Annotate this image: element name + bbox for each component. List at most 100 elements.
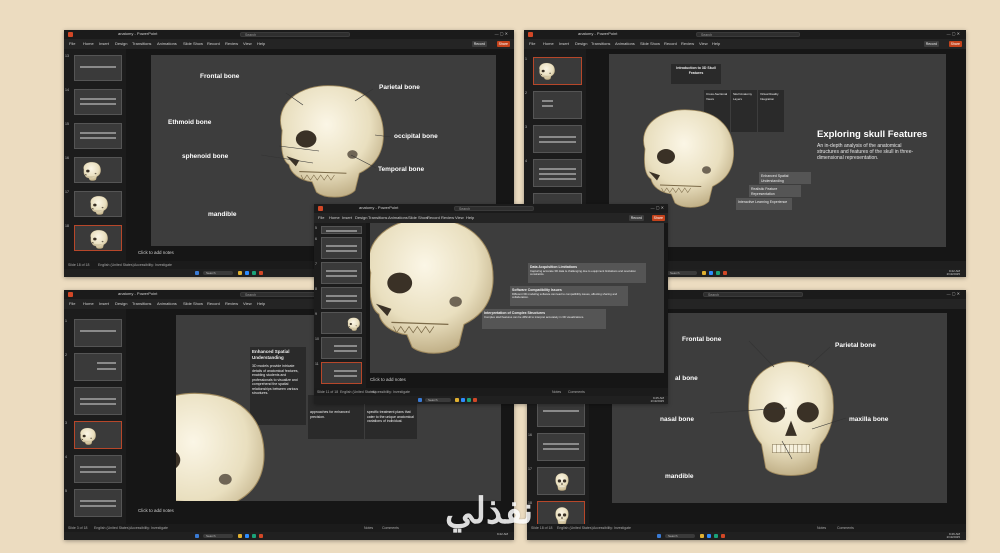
- tab-transitions[interactable]: Transitions: [132, 41, 151, 46]
- taskbar-search[interactable]: Search: [425, 398, 451, 402]
- start-icon[interactable]: [418, 398, 422, 402]
- tab-view[interactable]: View: [243, 41, 252, 46]
- tab-slide-show[interactable]: Slide Show: [183, 41, 203, 46]
- tab-transitions[interactable]: Transitions: [591, 41, 610, 46]
- notes-button[interactable]: Notes: [552, 390, 561, 394]
- tab-view[interactable]: View: [699, 41, 708, 46]
- accessibility-status[interactable]: Accessibility: Investigate: [593, 526, 631, 530]
- start-icon[interactable]: [657, 534, 661, 538]
- tab-review[interactable]: Review: [225, 301, 238, 306]
- tab-home[interactable]: Home: [83, 41, 94, 46]
- tab-file[interactable]: File: [69, 301, 75, 306]
- taskbar-app-icon[interactable]: [702, 271, 706, 275]
- tab-transitions[interactable]: Transitions: [132, 301, 151, 306]
- tab-animations[interactable]: Animations: [157, 41, 177, 46]
- taskbar-search[interactable]: Search: [203, 271, 233, 275]
- search-box[interactable]: Search: [240, 32, 350, 37]
- tab-review[interactable]: Review: [441, 215, 454, 220]
- taskbar-app-icon[interactable]: [238, 534, 242, 538]
- tab-design[interactable]: Design: [355, 215, 367, 220]
- tab-record[interactable]: Record: [207, 41, 220, 46]
- notes-button[interactable]: Notes: [817, 526, 826, 530]
- tab-animations[interactable]: Animations: [615, 41, 635, 46]
- taskbar-app-icon[interactable]: [245, 534, 249, 538]
- taskbar-app-icon[interactable]: [259, 271, 263, 275]
- accessibility-status[interactable]: Accessibility: Investigate: [134, 263, 172, 267]
- slide-thumbnail[interactable]: [74, 489, 122, 517]
- record-button[interactable]: Record: [923, 41, 939, 47]
- search-box[interactable]: Search: [696, 32, 800, 37]
- taskbar-search[interactable]: Search: [665, 534, 695, 538]
- slide-thumbnail[interactable]: [74, 89, 122, 115]
- tab-view[interactable]: View: [455, 215, 464, 220]
- slide-thumbnail[interactable]: [321, 312, 362, 334]
- comments-button[interactable]: Comments: [837, 526, 854, 530]
- window-controls[interactable]: — ▢ ✕: [947, 291, 960, 296]
- tab-home[interactable]: Home: [83, 301, 94, 306]
- slide-thumbnail-selected[interactable]: [533, 57, 582, 85]
- slide-thumbnail[interactable]: [321, 337, 362, 359]
- taskbar-app-icon[interactable]: [461, 398, 465, 402]
- tab-animations[interactable]: Animations: [157, 301, 177, 306]
- tab-insert[interactable]: Insert: [99, 41, 109, 46]
- tab-record[interactable]: Record: [664, 41, 677, 46]
- taskbar-app-icon[interactable]: [721, 534, 725, 538]
- tab-review[interactable]: Review: [225, 41, 238, 46]
- notes-placeholder[interactable]: Click to add notes: [138, 250, 174, 255]
- taskbar-search[interactable]: Search: [203, 534, 233, 538]
- tab-insert[interactable]: Insert: [99, 301, 109, 306]
- taskbar-search[interactable]: Search: [667, 271, 697, 275]
- window-controls[interactable]: — ▢ ✕: [495, 31, 508, 36]
- slide-thumbnail[interactable]: [533, 125, 582, 153]
- tab-view[interactable]: View: [243, 301, 252, 306]
- tab-home[interactable]: Home: [329, 215, 340, 220]
- taskbar-app-icon[interactable]: [709, 271, 713, 275]
- share-button[interactable]: Share: [496, 41, 510, 47]
- accessibility-status[interactable]: Accessibility: Investigate: [130, 526, 168, 530]
- share-button[interactable]: Share: [948, 41, 962, 47]
- notes-button[interactable]: Notes: [364, 526, 373, 530]
- slide-thumbnail[interactable]: [74, 353, 122, 381]
- slide-thumbnail[interactable]: [74, 123, 122, 149]
- slide-thumbnail[interactable]: [537, 467, 585, 495]
- tab-transitions[interactable]: Transitions: [368, 215, 387, 220]
- slide-thumbnail[interactable]: [321, 237, 362, 259]
- comments-button[interactable]: Comments: [568, 390, 585, 394]
- taskbar-app-icon[interactable]: [467, 398, 471, 402]
- tab-review[interactable]: Review: [681, 41, 694, 46]
- slide-thumbnail-selected[interactable]: [321, 362, 362, 384]
- slide-thumbnail[interactable]: [74, 191, 122, 217]
- slide-thumbnail[interactable]: [74, 387, 122, 415]
- tab-slide-show[interactable]: Slide Show: [408, 215, 428, 220]
- slide-thumbnail[interactable]: [321, 287, 362, 309]
- tab-file[interactable]: File: [529, 41, 535, 46]
- slide-thumbnail[interactable]: [321, 226, 362, 234]
- taskbar-app-icon[interactable]: [238, 271, 242, 275]
- slide[interactable]: Data Acquisition Limitations Capturing a…: [370, 223, 664, 373]
- tab-help[interactable]: Help: [257, 301, 265, 306]
- taskbar-app-icon[interactable]: [259, 534, 263, 538]
- taskbar-app-icon[interactable]: [707, 534, 711, 538]
- tab-slide-show[interactable]: Slide Show: [183, 301, 203, 306]
- taskbar-app-icon[interactable]: [455, 398, 459, 402]
- tab-insert[interactable]: Insert: [559, 41, 569, 46]
- notes-placeholder[interactable]: Click to add notes: [370, 377, 406, 382]
- taskbar-app-icon[interactable]: [723, 271, 727, 275]
- tab-file[interactable]: File: [318, 215, 324, 220]
- slide-thumbnail[interactable]: [74, 55, 122, 81]
- tab-animations[interactable]: Animations: [388, 215, 408, 220]
- slide-thumbnail[interactable]: [533, 91, 582, 119]
- start-icon[interactable]: [195, 534, 199, 538]
- taskbar-app-icon[interactable]: [245, 271, 249, 275]
- tab-design[interactable]: Design: [115, 301, 127, 306]
- slide-thumbnail[interactable]: [74, 455, 122, 483]
- taskbar-app-icon[interactable]: [252, 271, 256, 275]
- window-controls[interactable]: — ▢ ✕: [947, 31, 960, 36]
- share-button[interactable]: Share: [651, 215, 665, 221]
- slide-thumbnail[interactable]: [74, 319, 122, 347]
- taskbar-app-icon[interactable]: [252, 534, 256, 538]
- slide-thumbnail[interactable]: [533, 159, 582, 187]
- record-button[interactable]: Record: [471, 41, 487, 47]
- notes-placeholder[interactable]: Click to add notes: [138, 508, 174, 513]
- tab-design[interactable]: Design: [115, 41, 127, 46]
